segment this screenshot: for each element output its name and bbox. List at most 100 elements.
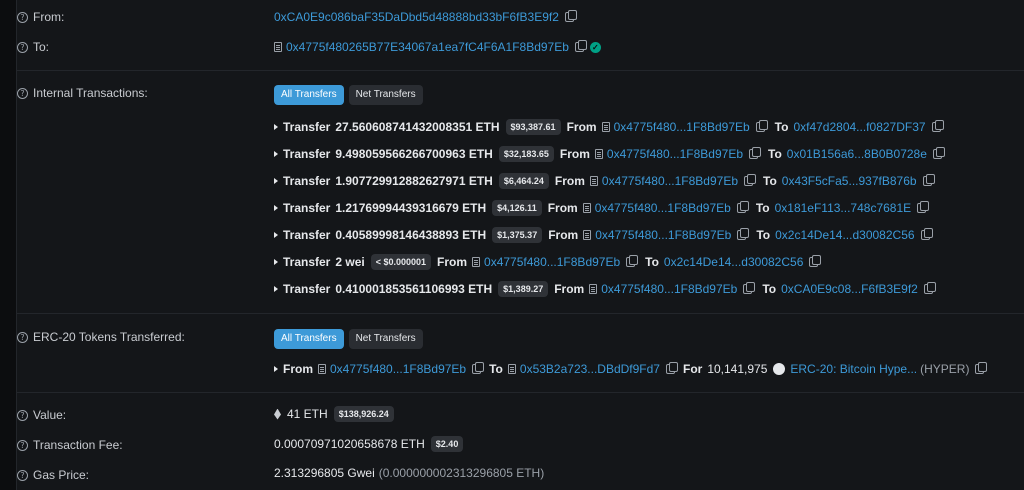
help-icon[interactable]: ? bbox=[17, 439, 28, 451]
contract-icon bbox=[589, 176, 598, 186]
copy-icon[interactable] bbox=[736, 201, 749, 213]
expand-arrow-icon[interactable] bbox=[274, 205, 278, 211]
transfer-from-label: From bbox=[548, 228, 579, 242]
expand-arrow-icon[interactable] bbox=[274, 232, 278, 238]
transfer-amount: 27.560608741432008351 ETH bbox=[335, 120, 500, 134]
transfer-to-address[interactable]: 0x2c14De14...d30082C56 bbox=[664, 255, 803, 269]
erc20-from-address[interactable]: 0x4775f480...1F8Bd97Eb bbox=[330, 362, 466, 376]
internal-transfer-row: Transfer 1.21769994439316679 ETH $4,126.11… bbox=[274, 200, 930, 216]
transfer-to-address[interactable]: 0x2c14De14...d30082C56 bbox=[775, 228, 914, 242]
transfer-label: Transfer bbox=[283, 255, 331, 269]
from-label-wrap: ? From: bbox=[17, 10, 64, 24]
expand-arrow-icon[interactable] bbox=[274, 151, 278, 157]
copy-icon[interactable] bbox=[975, 362, 988, 374]
contract-icon bbox=[472, 257, 481, 267]
copy-icon[interactable] bbox=[755, 120, 768, 132]
internal-transactions-label: Internal Transactions: bbox=[33, 86, 148, 100]
transfer-from-address[interactable]: 0x4775f480...1F8Bd97Eb bbox=[614, 120, 750, 134]
help-icon[interactable]: ? bbox=[17, 469, 28, 481]
copy-icon[interactable] bbox=[574, 40, 587, 52]
transfer-from-address[interactable]: 0x4775f480...1F8Bd97Eb bbox=[484, 255, 620, 269]
erc20-to-address[interactable]: 0x53B2a723...DBdDf9Fd7 bbox=[520, 362, 660, 376]
usd-badge: $93,387.61 bbox=[505, 119, 561, 135]
token-logo-icon bbox=[773, 363, 786, 375]
contract-icon bbox=[582, 203, 591, 213]
internal-transfer-row: Transfer 27.560608741432008351 ETH $93,387… bbox=[274, 119, 944, 135]
transfer-from-address[interactable]: 0x4775f480...1F8Bd97Eb bbox=[595, 228, 731, 242]
value-row: ? Value: 41 ETH $138,926.24 bbox=[17, 406, 1024, 424]
copy-icon[interactable] bbox=[809, 255, 822, 267]
contract-icon bbox=[594, 149, 603, 159]
usd-badge: $1,375.37 bbox=[492, 227, 543, 243]
tab-net-transfers[interactable]: Net Transfers bbox=[348, 85, 423, 105]
fee-label: Transaction Fee: bbox=[33, 438, 123, 452]
transfer-to-address[interactable]: 0x181eF113...748c7681E bbox=[775, 201, 912, 215]
fee-content: 0.00070971020658678 ETH $2.40 bbox=[274, 436, 469, 452]
transfer-to-address[interactable]: 0x43F5cFa5...937fB876b bbox=[782, 174, 917, 188]
transfer-from-label: From bbox=[566, 120, 597, 134]
erc20-token-link[interactable]: ERC-20: Bitcoin Hype... bbox=[790, 362, 917, 376]
copy-icon[interactable] bbox=[626, 255, 639, 267]
expand-arrow-icon[interactable] bbox=[274, 259, 278, 265]
transfer-from-address[interactable]: 0x4775f480...1F8Bd97Eb bbox=[607, 147, 743, 161]
copy-icon[interactable] bbox=[922, 174, 935, 186]
help-icon[interactable]: ? bbox=[17, 11, 28, 23]
copy-icon[interactable] bbox=[932, 147, 945, 159]
internal-transfer-row: Transfer 9.498059566266700963 ETH $32,183.… bbox=[274, 146, 945, 162]
transfer-from-address[interactable]: 0x4775f480...1F8Bd97Eb bbox=[595, 201, 731, 215]
help-icon[interactable]: ? bbox=[17, 331, 28, 343]
tab-all-transfers[interactable]: All Transfers bbox=[274, 85, 344, 105]
copy-icon[interactable] bbox=[923, 282, 936, 294]
erc20-label: ERC-20 Tokens Transferred: bbox=[33, 330, 185, 344]
copy-icon[interactable] bbox=[931, 120, 944, 132]
internal-transfer-row: Transfer 0.40589998146438893 ETH $1,375.37… bbox=[274, 227, 933, 243]
copy-icon[interactable] bbox=[564, 10, 577, 22]
transfer-label: Transfer bbox=[283, 174, 331, 188]
transfer-label: Transfer bbox=[283, 201, 331, 215]
expand-arrow-icon[interactable] bbox=[274, 366, 278, 372]
copy-icon[interactable] bbox=[665, 362, 678, 374]
transfer-from-address[interactable]: 0x4775f480...1F8Bd97Eb bbox=[602, 174, 738, 188]
divider bbox=[17, 70, 1024, 71]
erc20-to-label: To bbox=[489, 362, 503, 376]
transfer-from-address[interactable]: 0x4775f480...1F8Bd97Eb bbox=[601, 282, 737, 296]
copy-icon[interactable] bbox=[737, 228, 750, 240]
from-address-link[interactable]: 0xCA0E9c086baF35DaDbd5d48888bd33bF6fB3E9… bbox=[274, 10, 559, 24]
internal-transfer-row: Transfer 0.410001853561106993 ETH $1,389.2… bbox=[274, 281, 936, 297]
copy-icon[interactable] bbox=[920, 228, 933, 240]
gas-gwei: 2.313296805 Gwei bbox=[274, 466, 375, 480]
gas-content: 2.313296805 Gwei (0.000000002313296805 E… bbox=[274, 466, 544, 480]
value-amount: 41 ETH bbox=[287, 407, 328, 421]
transfer-from-label: From bbox=[554, 174, 585, 188]
gas-label: Gas Price: bbox=[33, 468, 90, 482]
gas-label-wrap: ? Gas Price: bbox=[17, 468, 89, 482]
expand-arrow-icon[interactable] bbox=[274, 124, 278, 130]
transfer-to-label: To bbox=[645, 255, 659, 269]
expand-arrow-icon[interactable] bbox=[274, 178, 278, 184]
to-address-link[interactable]: 0x4775f480265B77E34067a1ea7fC4F6A1F8Bd97… bbox=[286, 40, 569, 54]
fee-row: ? Transaction Fee: 0.00070971020658678 E… bbox=[17, 436, 1024, 454]
internal-transactions-section: ? Internal Transactions: All Transfers N… bbox=[17, 85, 1024, 305]
contract-icon bbox=[589, 284, 598, 294]
copy-icon[interactable] bbox=[744, 174, 756, 186]
help-icon[interactable]: ? bbox=[17, 87, 28, 99]
divider bbox=[17, 313, 1024, 314]
copy-icon[interactable] bbox=[749, 147, 761, 159]
internal-transfer-row: Transfer 1.907729912882627971 ETH $6,464.2… bbox=[274, 173, 935, 189]
to-label-wrap: ? To: bbox=[17, 40, 49, 54]
expand-arrow-icon[interactable] bbox=[274, 286, 278, 292]
transfer-to-label: To bbox=[762, 282, 777, 296]
tab-net-transfers[interactable]: Net Transfers bbox=[348, 329, 423, 349]
copy-icon[interactable] bbox=[472, 362, 485, 374]
transfer-to-address[interactable]: 0xCA0E9c08...F6fB3E9f2 bbox=[781, 282, 918, 296]
value-usd-badge: $138,926.24 bbox=[333, 406, 394, 422]
transfer-from-label: From bbox=[547, 201, 578, 215]
copy-icon[interactable] bbox=[917, 201, 930, 213]
help-icon[interactable]: ? bbox=[17, 41, 28, 53]
erc20-from-label: From bbox=[283, 362, 313, 376]
tab-all-transfers[interactable]: All Transfers bbox=[274, 329, 344, 349]
transfer-to-address[interactable]: 0xf47d2804...f0827DF37 bbox=[793, 120, 925, 134]
help-icon[interactable]: ? bbox=[17, 409, 28, 421]
copy-icon[interactable] bbox=[743, 282, 756, 294]
transfer-to-address[interactable]: 0x01B156a6...8B0B0728e bbox=[787, 147, 927, 161]
